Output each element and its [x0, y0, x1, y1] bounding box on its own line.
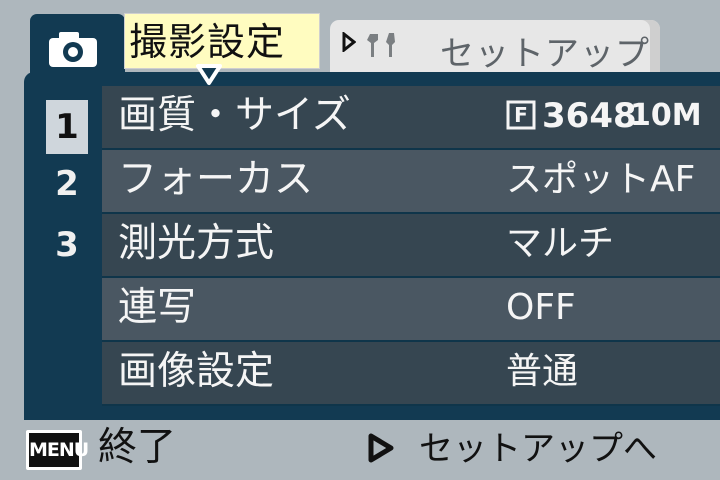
metering-label: 測光方式	[118, 221, 275, 266]
shooting-settings-tab[interactable]: 撮影設定	[124, 13, 320, 69]
camera-settings-screen: 撮影設定 セットアップ 1 2 3 画質・サイズ F 3648 10M フォーカ…	[0, 0, 720, 480]
setup-tab[interactable]: セットアップ	[330, 20, 660, 74]
focus-menu-item[interactable]: フォーカス スポットAF	[102, 150, 720, 214]
play-right-icon	[368, 433, 394, 463]
wrench-screwdriver-icon	[367, 33, 395, 57]
go-to-setup-label: セットアップへ	[419, 429, 657, 469]
quality-size-menu-item[interactable]: 画質・サイズ F 3648 10M	[102, 86, 720, 150]
image-settings-value: 普通	[506, 351, 579, 392]
fine-quality-icon: F	[506, 100, 536, 130]
continuous-menu-item[interactable]: 連写 OFF	[102, 278, 720, 342]
exit-label: 終了	[98, 425, 177, 470]
continuous-label: 連写	[118, 285, 197, 330]
fine-quality-letter: F	[514, 103, 528, 127]
menu-help-bar: MENU 終了 セットアップへ	[0, 420, 720, 480]
page-number-2[interactable]: 2	[47, 157, 87, 211]
quality-size-label: 画質・サイズ	[118, 93, 351, 138]
focus-value: スポットAF	[506, 159, 696, 200]
right-arrow-icon	[342, 32, 356, 52]
quality-size-resolution: 3648	[542, 96, 637, 136]
focus-label: フォーカス	[118, 157, 314, 202]
selected-tab-pointer-icon	[196, 64, 222, 85]
quality-size-megapixels: 10M	[630, 98, 702, 133]
shooting-mode-tab-icon-area[interactable]	[30, 14, 125, 76]
camera-icon	[49, 32, 97, 67]
continuous-value: OFF	[506, 287, 576, 328]
page-number-1[interactable]: 1	[46, 100, 88, 154]
page-number-3[interactable]: 3	[47, 218, 87, 272]
image-settings-label: 画像設定	[118, 349, 275, 394]
menu-button-icon[interactable]: MENU	[26, 430, 89, 470]
metering-menu-item[interactable]: 測光方式 マルチ	[102, 214, 720, 278]
shooting-settings-list: 画質・サイズ F 3648 10M フォーカス スポットAF 測光方式 マルチ …	[102, 86, 720, 406]
menu-page-selector: 1 2 3	[40, 90, 98, 420]
image-settings-menu-item[interactable]: 画像設定 普通	[102, 342, 720, 406]
setup-tab-label: セットアップ	[440, 34, 650, 74]
metering-value: マルチ	[506, 223, 615, 264]
